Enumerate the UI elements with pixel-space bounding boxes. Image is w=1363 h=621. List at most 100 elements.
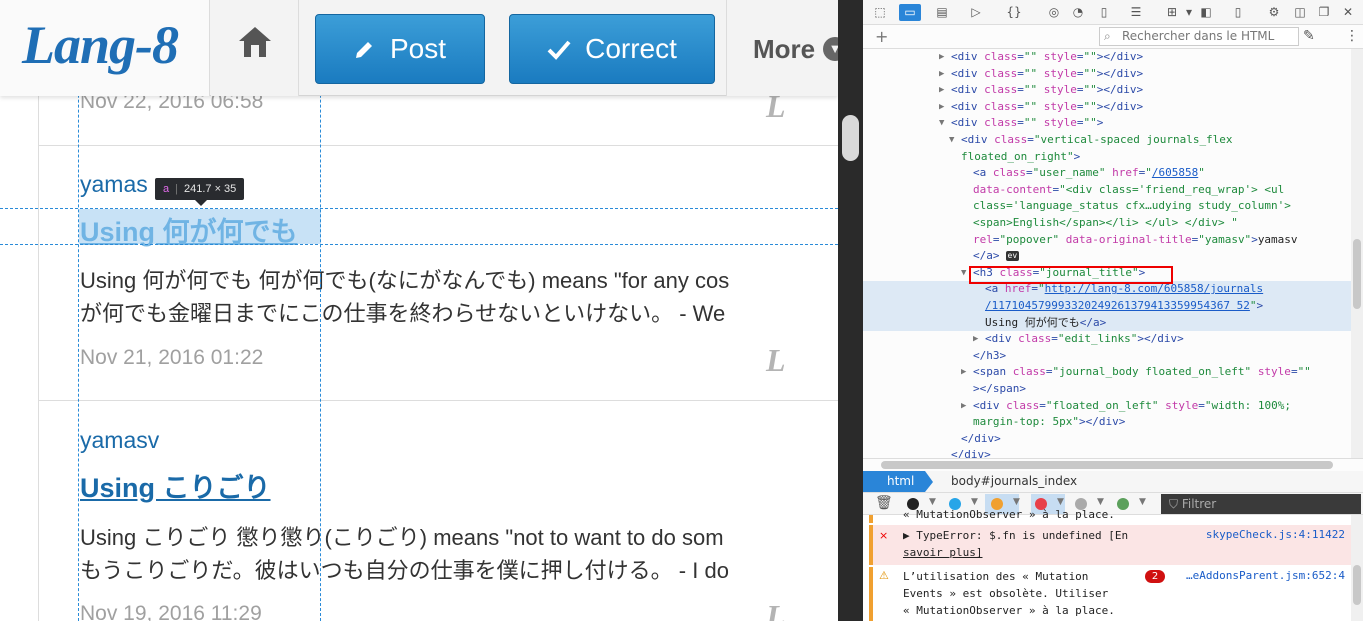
chevron-down-icon[interactable]: ▼ [1013, 497, 1020, 507]
tooltip-separator: | [175, 183, 178, 195]
collapse-triangle-icon[interactable]: ▶ [961, 398, 966, 415]
correct-button[interactable]: Correct [509, 14, 715, 84]
eyedropper-icon[interactable]: ✎ [1303, 28, 1315, 44]
markup-token[interactable]: /605858 [1152, 166, 1198, 179]
html-tree-node[interactable]: ▶ <div class="" style=""></div> [863, 49, 1363, 66]
chevron-down-icon[interactable]: ▼ [1097, 497, 1104, 507]
close-icon[interactable]: ✕ [1339, 4, 1357, 21]
markup-token: = [1076, 50, 1084, 63]
journal-user-link[interactable]: yamasv [80, 427, 159, 454]
html-tree-node[interactable]: ▶ <span class="journal_body floated_on_le… [863, 364, 1363, 381]
filter-server-icon[interactable] [1117, 498, 1129, 510]
html-tree-node[interactable]: ▼ <div class="vertical-spaced journals_fl… [863, 132, 1363, 149]
post-button[interactable]: Post [315, 14, 485, 84]
html-tree-node[interactable]: ></span> [863, 381, 1363, 398]
pick-element-icon[interactable]: ⬚ [871, 4, 889, 21]
node-markup: ></span> [973, 381, 1026, 398]
html-tree-node[interactable]: floated_on_right"> [863, 149, 1363, 166]
inspector-guide [0, 208, 838, 209]
scrollbar-thumb[interactable] [881, 461, 1333, 469]
debugger-tab-icon[interactable]: ▷ [967, 4, 985, 21]
markup-token: " [1145, 166, 1152, 180]
undock-icon[interactable]: ❐ [1315, 4, 1333, 21]
message-source-link[interactable]: …eAddonsParent.jsm:652:4 [1186, 569, 1345, 582]
html-tree-node[interactable]: </div> [863, 431, 1363, 448]
scrollbar-thumb[interactable] [1353, 565, 1361, 605]
phone-icon[interactable]: ▯ [1229, 4, 1247, 21]
collapse-triangle-icon[interactable]: ▶ [939, 66, 944, 83]
html-tree-node[interactable]: <span>English</span></li> </ul> </div> " [863, 215, 1363, 232]
menu-icon[interactable]: ⋮ [1345, 28, 1359, 44]
console-tab-icon[interactable]: ▤ [933, 4, 951, 21]
html-tree-node[interactable]: ▶ <div class="floated_on_left" style="wid… [863, 398, 1363, 415]
html-tree-node[interactable]: ▶ <div class="" style=""></div> [863, 82, 1363, 99]
site-logo[interactable]: Lang-8 [0, 0, 210, 96]
page-scrollbar[interactable] [838, 0, 863, 621]
html-tree-node[interactable]: margin-top: 5px"></div> [863, 414, 1363, 431]
scrollbar-thumb[interactable] [842, 115, 859, 161]
inspector-tab-icon[interactable]: ▭ [899, 4, 921, 21]
console-warning-message[interactable]: ⚠ L’utilisation des « Mutation Events » … [869, 567, 1351, 621]
tree-hscrollbar[interactable] [863, 458, 1363, 470]
html-tree-node[interactable]: Using 何が何でも</a> [863, 314, 1363, 332]
html-tree-node[interactable]: ▶ <div class="" style=""></div> [863, 66, 1363, 83]
journal-user-link[interactable]: yamas [80, 171, 148, 198]
trash-icon[interactable]: 🗑 [875, 495, 893, 511]
add-node-icon[interactable]: + [875, 27, 888, 46]
collapse-triangle-icon[interactable]: ▶ [939, 82, 944, 99]
node-markup: <div class="" style=""></div> [951, 82, 1143, 99]
html-tree-node[interactable]: ▶ <div class="" style=""></div> [863, 99, 1363, 116]
html-tree-node[interactable]: rel="popover" data-original-title="yamas… [863, 232, 1363, 249]
html-tree-node[interactable]: ▼ <div class="" style=""> [863, 115, 1363, 132]
filter-placeholder: Filtrer [1181, 497, 1217, 511]
expand-triangle-icon[interactable]: ▼ [949, 132, 954, 149]
home-button[interactable] [211, 0, 299, 96]
markup-token: class [1006, 398, 1040, 412]
chevron-down-icon[interactable]: ▼ [929, 497, 936, 507]
expand-triangle-icon[interactable]: ▼ [961, 265, 966, 282]
html-tree-node[interactable]: </h3> [863, 348, 1363, 365]
collapse-triangle-icon[interactable]: ▶ [961, 364, 966, 381]
style-editor-icon[interactable]: {} [1003, 4, 1025, 21]
markup-token[interactable]: http://lang-8.com/605858/journals [1045, 282, 1264, 295]
performance-icon[interactable]: ◎ [1045, 4, 1063, 21]
chevron-down-icon[interactable]: ▼ [1139, 497, 1146, 507]
dock-icon[interactable]: ◫ [1291, 4, 1309, 21]
html-tree-node[interactable]: data-content="<div class='friend_req_wra… [863, 182, 1363, 199]
console-scrollbar[interactable] [1351, 515, 1363, 621]
node-markup: </a> ev [973, 248, 1020, 265]
tree-scrollbar[interactable] [1351, 49, 1363, 459]
gear-icon[interactable]: ⚙ [1265, 4, 1283, 21]
expand-triangle-icon[interactable]: ▼ [939, 115, 944, 132]
chevron-down-icon[interactable]: ▼ [1057, 497, 1064, 507]
settings-list-icon[interactable]: ☰ [1127, 4, 1145, 21]
chevron-down-icon[interactable]: ▾ [1183, 4, 1195, 21]
markup-token: "floated_on_left" [1045, 398, 1159, 412]
html-tree-node[interactable]: class='language_status cfx…udying study_… [863, 198, 1363, 215]
node-markup: <span>English</span></li> </ul> </div> " [973, 215, 1238, 232]
event-badge-icon[interactable]: ev [1005, 251, 1020, 262]
breadcrumb-item-html[interactable]: html [863, 471, 933, 492]
chevron-down-icon[interactable]: ▼ [971, 497, 978, 507]
collapse-triangle-icon[interactable]: ▶ [939, 99, 944, 116]
responsive-icon[interactable]: ▯ [1095, 4, 1113, 21]
layout-icon[interactable]: ⊞ [1161, 4, 1183, 21]
split-console-icon[interactable]: ◧ [1197, 4, 1215, 21]
memory-icon[interactable]: ◔ [1069, 4, 1087, 21]
console-error-message[interactable]: × ▶ TypeError: $.fn is undefined [En sav… [869, 525, 1351, 565]
html-tree-node[interactable]: </a> ev [863, 248, 1363, 265]
html-tree-node[interactable]: ▶ <div class="edit_links"></div> [863, 331, 1363, 348]
breadcrumb-item-body[interactable]: body#journals_index [951, 471, 1077, 492]
collapse-triangle-icon[interactable]: ▶ [973, 331, 978, 348]
learn-more-link[interactable]: savoir plus] [903, 545, 982, 562]
html-search-input[interactable]: ⌕ Rechercher dans le HTML [1099, 27, 1299, 46]
message-source-link[interactable]: skypeCheck.js:4:11422 [1206, 528, 1345, 541]
journal-title-link[interactable]: Using こりごり [80, 466, 271, 505]
console-filter-input[interactable]: ⛉ Filtrer [1161, 494, 1361, 514]
collapse-triangle-icon[interactable]: ▶ [939, 49, 944, 66]
scrollbar-thumb[interactable] [1353, 239, 1361, 309]
html-tree-node[interactable]: <a class="user_name" href="/605858" [863, 165, 1363, 182]
more-menu-button[interactable]: More ▼ [726, 0, 838, 96]
html-tree-node[interactable]: /117104579993320249261379413359954367 52… [863, 298, 1363, 315]
markup-token[interactable]: /117104579993320249261379413359954367 52 [985, 299, 1250, 312]
